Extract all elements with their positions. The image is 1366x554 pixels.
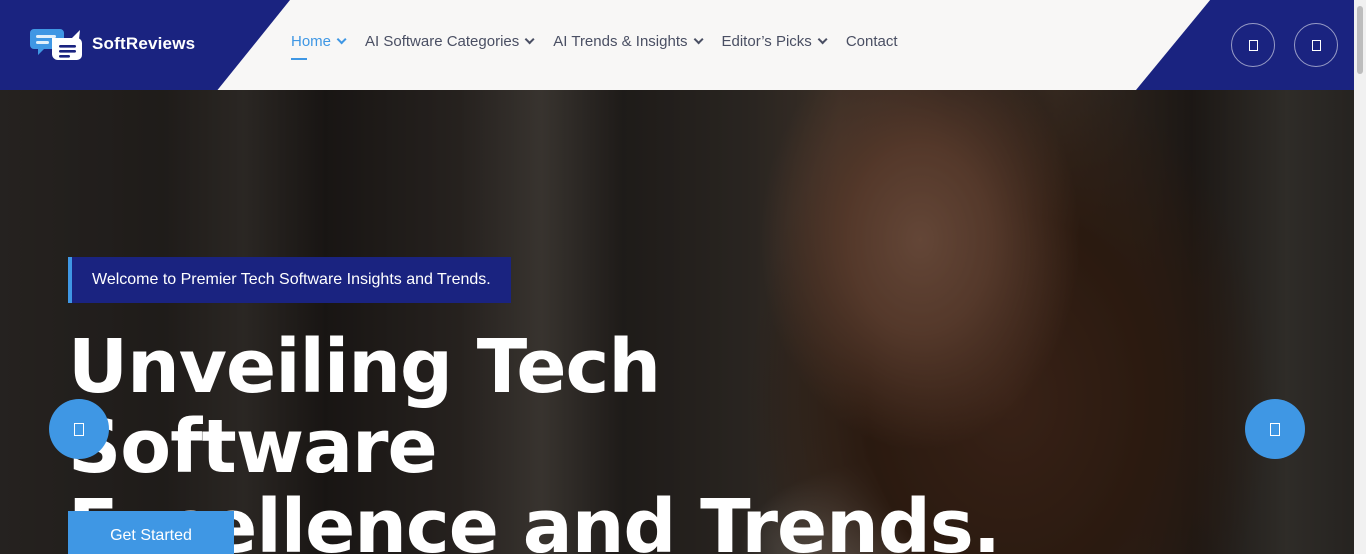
hero-tagline: Welcome to Premier Tech Software Insight… <box>68 257 511 303</box>
slider-next-button[interactable] <box>1245 399 1305 459</box>
chevron-down-icon <box>336 34 347 45</box>
chat-bubbles-icon <box>30 26 84 62</box>
arrow-right-icon <box>1270 422 1280 436</box>
scrollbar-thumb[interactable] <box>1357 6 1363 74</box>
nav-item-contact[interactable]: Contact <box>846 33 898 50</box>
brand-name: SoftReviews <box>92 34 196 53</box>
chevron-down-icon <box>693 34 704 45</box>
page-scrollbar[interactable] <box>1354 0 1366 554</box>
nav-item-home[interactable]: Home <box>291 33 347 60</box>
nav-item-ai-software-categories[interactable]: AI Software Categories <box>365 33 535 50</box>
nav-item-editors-picks[interactable]: Editor’s Picks <box>721 33 828 50</box>
slider-prev-button[interactable] <box>49 399 109 459</box>
arrow-left-icon <box>74 422 84 436</box>
site-logo[interactable]: SoftReviews <box>30 26 195 62</box>
search-button[interactable] <box>1231 23 1275 67</box>
get-started-button[interactable]: Get Started <box>68 511 234 554</box>
menu-button[interactable] <box>1294 23 1338 67</box>
nav-item-label: Editor’s Picks <box>721 33 812 50</box>
nav-item-label: AI Trends & Insights <box>553 33 688 50</box>
main-nav: Home AI Software Categories AI Trends & … <box>291 33 920 60</box>
nav-item-label: AI Software Categories <box>365 33 520 50</box>
hero-section: Welcome to Premier Tech Software Insight… <box>0 90 1354 554</box>
site-header: SoftReviews Home AI Software Categories … <box>0 0 1354 90</box>
chevron-down-icon <box>524 34 535 45</box>
hero-headline-line-1: Unveiling Tech Software <box>68 324 661 490</box>
nav-item-label: Home <box>291 33 332 50</box>
hero-content: Welcome to Premier Tech Software Insight… <box>68 257 1048 554</box>
nav-item-ai-trends-insights[interactable]: AI Trends & Insights <box>553 33 704 50</box>
menu-icon <box>1311 39 1321 51</box>
search-icon <box>1248 39 1258 51</box>
nav-item-label: Contact <box>845 33 898 50</box>
chevron-down-icon <box>817 34 828 45</box>
